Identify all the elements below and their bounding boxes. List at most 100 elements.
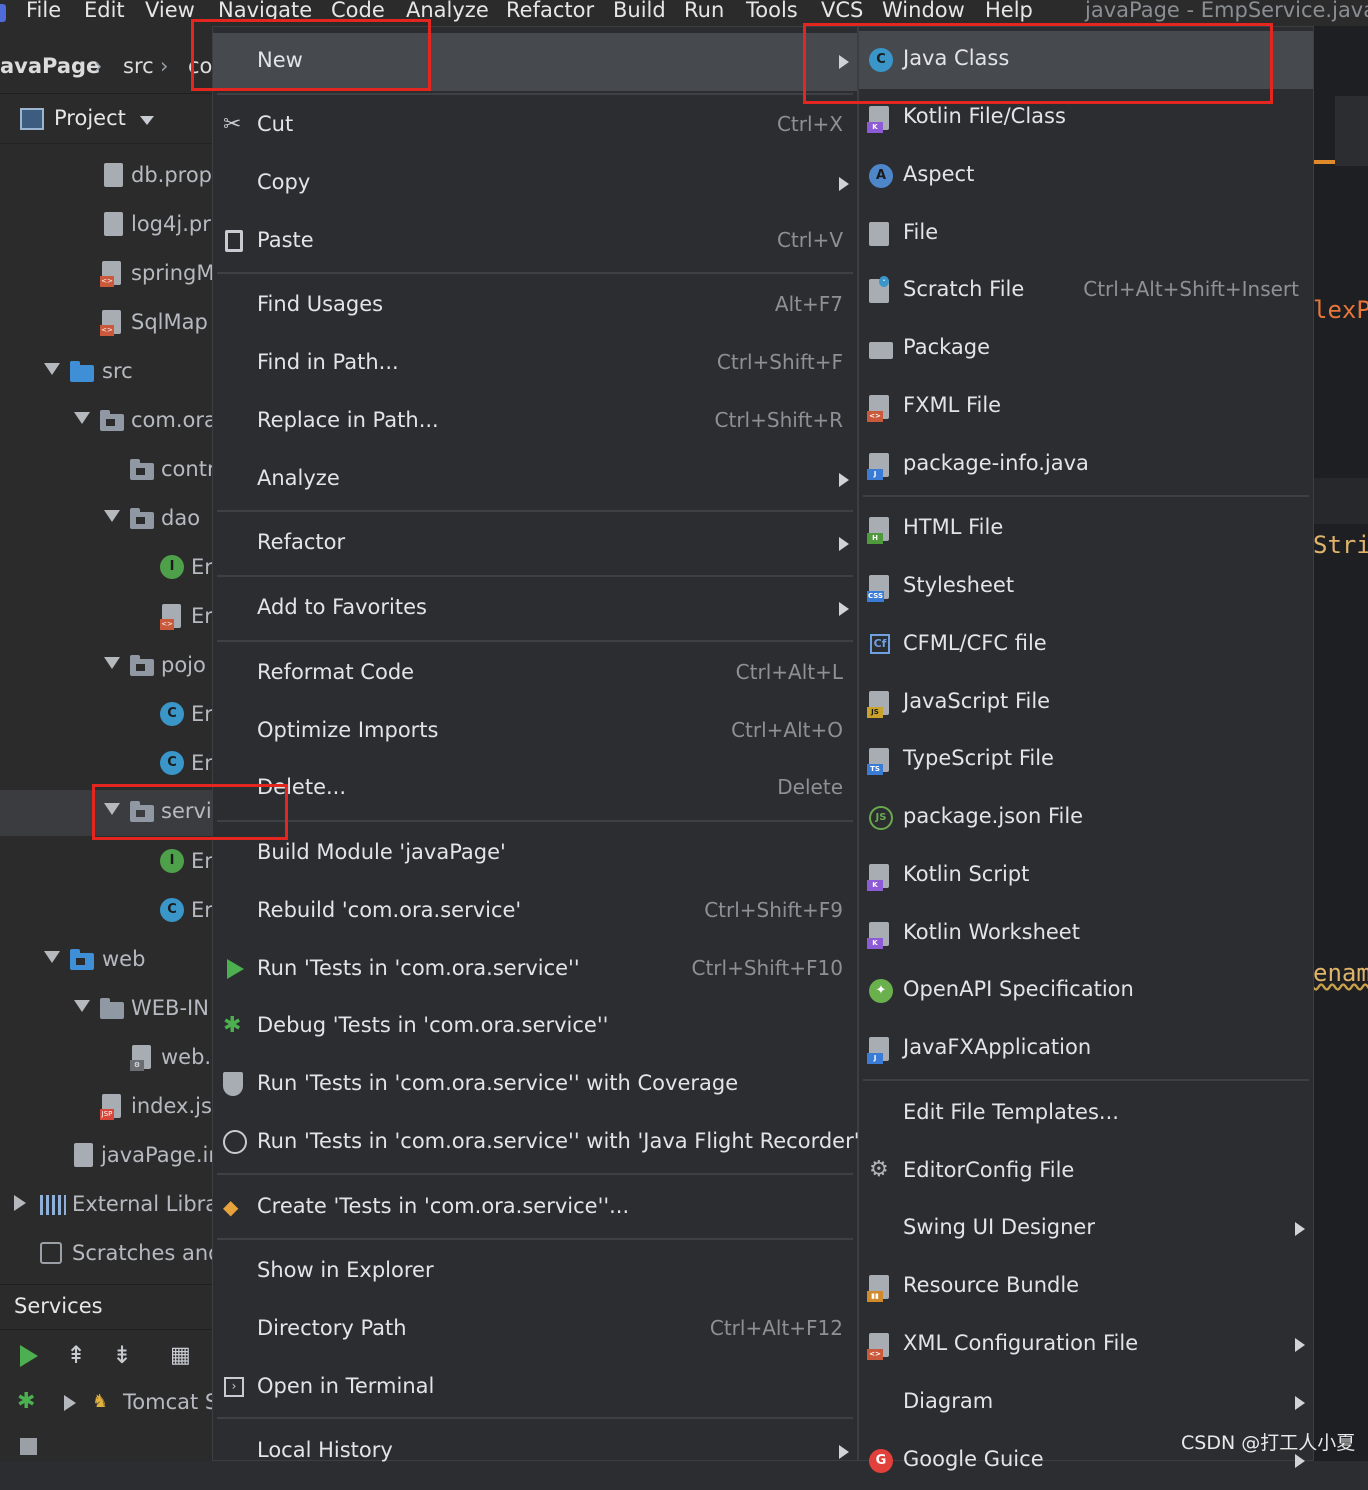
menu-tools[interactable]: Tools	[746, 0, 798, 22]
menu-item-kotlin-worksheet[interactable]: K Kotlin Worksheet	[859, 905, 1313, 963]
expand-all-icon[interactable]: ⇞	[66, 1341, 86, 1369]
run-icon[interactable]	[20, 1345, 38, 1367]
menu-item-fxml-file[interactable]: <> FXML File	[859, 378, 1313, 436]
tomcat-server-label[interactable]: Tomcat S	[123, 1390, 218, 1414]
tree-item[interactable]: <> springM	[0, 252, 215, 298]
tree-item[interactable]: JSP index.jsp	[0, 1085, 215, 1131]
tree-item[interactable]: src	[0, 350, 215, 396]
menu-file[interactable]: File	[26, 0, 61, 22]
menu-item-html-file[interactable]: H HTML File	[859, 500, 1313, 558]
group-icon[interactable]: ▦	[170, 1343, 191, 1368]
menu-item-diagram[interactable]: Diagram	[859, 1374, 1313, 1432]
expand-arrow-icon[interactable]	[74, 1000, 90, 1012]
menu-edit[interactable]: Edit	[84, 0, 125, 22]
debug-bug-icon[interactable]: ✱	[17, 1389, 35, 1414]
menu-item-editorconfig[interactable]: ⚙ EditorConfig File	[859, 1143, 1313, 1201]
menu-item-openapi[interactable]: ✦ OpenAPI Specification	[859, 962, 1313, 1020]
menu-item-new[interactable]: New	[213, 33, 857, 91]
menu-view[interactable]: View	[145, 0, 195, 22]
expand-arrow-icon[interactable]	[104, 803, 120, 815]
tree-item[interactable]: ⚙ web.	[0, 1036, 215, 1082]
menu-item-copy[interactable]: Copy	[213, 155, 857, 213]
tree-item[interactable]: C Er	[0, 742, 215, 788]
tree-item[interactable]: WEB-IN	[0, 987, 215, 1033]
menu-item-delete[interactable]: Delete... Delete	[213, 760, 857, 818]
menu-item-typescript[interactable]: TS TypeScript File	[859, 731, 1313, 789]
tree-item[interactable]: com.ora	[0, 399, 215, 445]
project-header[interactable]: Project	[0, 94, 215, 144]
tree-item[interactable]: pojo	[0, 644, 215, 690]
menu-item-paste[interactable]: Paste Ctrl+V	[213, 213, 857, 271]
menu-item-run-jfr[interactable]: Run 'Tests in 'com.ora.service'' with 'J…	[213, 1114, 860, 1172]
stop-icon[interactable]	[20, 1438, 37, 1455]
menu-item-optimize-imports[interactable]: Optimize Imports Ctrl+Alt+O	[213, 703, 857, 761]
menu-help[interactable]: Help	[985, 0, 1033, 22]
collapse-all-icon[interactable]: ⇟	[112, 1341, 132, 1369]
menu-item-xml-config[interactable]: <> XML Configuration File	[859, 1316, 1313, 1374]
breadcrumb-src[interactable]: src	[123, 54, 154, 78]
menu-item-swing-designer[interactable]: Swing UI Designer	[859, 1200, 1313, 1258]
menu-item-stylesheet[interactable]: CSS Stylesheet	[859, 558, 1313, 616]
tree-item[interactable]: dao	[0, 497, 215, 543]
menu-item-show-explorer[interactable]: Show in Explorer	[213, 1243, 857, 1301]
tree-item[interactable]: log4j.pr	[0, 203, 215, 249]
tree-item[interactable]: javaPage.ir	[0, 1134, 215, 1180]
menu-item-edit-templates[interactable]: Edit File Templates...	[859, 1085, 1313, 1143]
menu-analyze[interactable]: Analyze	[406, 0, 489, 22]
menu-item-run-coverage[interactable]: Run 'Tests in 'com.ora.service'' with Co…	[213, 1056, 857, 1114]
menu-vcs[interactable]: VCS	[821, 0, 863, 22]
menu-item-run-tests[interactable]: Run 'Tests in 'com.ora.service'' Ctrl+Sh…	[213, 941, 857, 999]
menu-window[interactable]: Window	[882, 0, 965, 22]
tree-item[interactable]: Scratches and	[0, 1232, 215, 1278]
menu-item-find-in-path[interactable]: Find in Path... Ctrl+Shift+F	[213, 335, 857, 393]
expand-arrow-icon[interactable]	[44, 951, 60, 963]
menu-refactor[interactable]: Refactor	[506, 0, 594, 22]
menu-item-open-terminal[interactable]: › Open in Terminal	[213, 1359, 857, 1417]
menu-item-package-info[interactable]: J package-info.java	[859, 436, 1313, 494]
editor-tab[interactable]	[1335, 96, 1368, 166]
breadcrumb-package[interactable]: co	[188, 54, 212, 78]
breadcrumb-project[interactable]: avaPage	[0, 54, 100, 78]
tree-item[interactable]: C Er	[0, 693, 215, 739]
menu-build[interactable]: Build	[613, 0, 666, 22]
menu-item-package-json[interactable]: JS package.json File	[859, 789, 1313, 847]
tree-item[interactable]: <> SqlMap	[0, 301, 215, 347]
tree-item[interactable]: contr	[0, 448, 215, 494]
expand-arrow-icon[interactable]	[74, 412, 90, 424]
editor-area[interactable]: lexP Stri enam	[1313, 26, 1368, 1461]
menu-item-replace-in-path[interactable]: Replace in Path... Ctrl+Shift+R	[213, 393, 857, 451]
expand-arrow-icon[interactable]	[104, 510, 120, 522]
menu-item-refactor[interactable]: Refactor	[213, 515, 857, 573]
tree-item[interactable]: C Er	[0, 889, 215, 935]
menu-item-scratch-file[interactable]: · Scratch File Ctrl+Alt+Shift+Insert	[859, 262, 1313, 320]
tree-item-selected[interactable]: servi	[0, 790, 215, 836]
menu-item-java-class[interactable]: C Java Class	[859, 31, 1313, 89]
tree-item[interactable]: External Libra	[0, 1183, 215, 1229]
menu-item-build-module[interactable]: Build Module 'javaPage'	[213, 825, 857, 883]
menu-item-javascript[interactable]: JS JavaScript File	[859, 674, 1313, 732]
menu-run[interactable]: Run	[684, 0, 724, 22]
collapsed-arrow-icon[interactable]	[14, 1195, 26, 1211]
menu-item-kotlin-file[interactable]: K Kotlin File/Class	[859, 89, 1313, 147]
menu-item-aspect[interactable]: A Aspect	[859, 147, 1313, 205]
menu-code[interactable]: Code	[331, 0, 385, 22]
menu-item-create-tests[interactable]: ◆ Create 'Tests in 'com.ora.service''...	[213, 1179, 857, 1237]
menu-item-local-history[interactable]: Local History	[213, 1423, 857, 1481]
menu-item-javafx-app[interactable]: J JavaFXApplication	[859, 1020, 1313, 1078]
tree-item[interactable]: I Er	[0, 840, 215, 886]
chevron-down-icon[interactable]	[140, 116, 154, 125]
menu-item-analyze[interactable]: Analyze	[213, 451, 857, 509]
menu-item-debug-tests[interactable]: ✱ Debug 'Tests in 'com.ora.service''	[213, 998, 857, 1056]
tree-item[interactable]: <> Er	[0, 595, 215, 641]
menu-item-kotlin-script[interactable]: K Kotlin Script	[859, 847, 1313, 905]
menu-item-directory-path[interactable]: Directory Path Ctrl+Alt+F12	[213, 1301, 857, 1359]
menu-item-package[interactable]: Package	[859, 320, 1313, 378]
menu-item-cut[interactable]: ✂ Cut Ctrl+X	[213, 97, 857, 155]
tree-item[interactable]: I Er	[0, 546, 215, 592]
menu-navigate[interactable]: Navigate	[218, 0, 312, 22]
menu-item-rebuild[interactable]: Rebuild 'com.ora.service' Ctrl+Shift+F9	[213, 883, 857, 941]
menu-item-cfml[interactable]: Cf CFML/CFC file	[859, 616, 1313, 674]
menu-item-add-favorites[interactable]: Add to Favorites	[213, 580, 857, 638]
menu-item-resource-bundle[interactable]: ▮▮ Resource Bundle	[859, 1258, 1313, 1316]
expand-arrow-icon[interactable]	[44, 363, 60, 375]
